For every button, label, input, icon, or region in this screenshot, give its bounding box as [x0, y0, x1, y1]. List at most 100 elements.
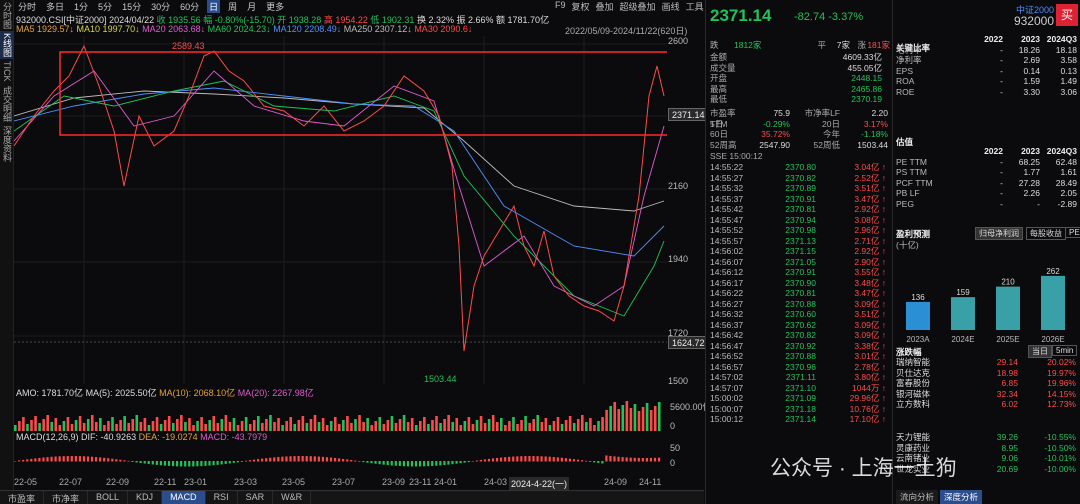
chart-tool-2[interactable]: 叠加 — [596, 0, 614, 12]
tick-row-18[interactable]: 14:56:52 2370.88 3.01亿 ↑ — [710, 351, 890, 362]
forecast-tab-1[interactable]: 每股收益 — [1026, 227, 1066, 240]
tick-row-15[interactable]: 14:56:37 2370.62 3.09亿 ↑ — [710, 320, 890, 331]
kline-chart[interactable]: 2589.43 1503.44 — [14, 36, 667, 384]
macd-bar — [439, 461, 442, 466]
indicator-tab-3[interactable]: KDJ — [128, 491, 163, 504]
tick-row-3[interactable]: 14:55:37 2370.91 3.47亿 ↑ — [710, 194, 890, 205]
chart-tool-0[interactable]: F9 — [555, 0, 566, 12]
tick-row-1[interactable]: 14:55:27 2370.82 2.52亿 ↑ — [710, 173, 890, 184]
tick-row-8[interactable]: 14:56:02 2371.15 2.92亿 ↑ — [710, 246, 890, 257]
tick-row-20[interactable]: 14:57:02 2371.11 3.80亿 ↑ — [710, 372, 890, 383]
valuation-value: 35.72% — [761, 129, 790, 139]
macd-bar — [135, 461, 138, 463]
mover-row-1[interactable]: 贝仕达克 18.98 19.97% — [896, 368, 1079, 379]
tick-row-21[interactable]: 14:57:07 2371.10 1044万 ↑ — [710, 383, 890, 394]
chart-tool-3[interactable]: 超级叠加 — [620, 0, 656, 12]
buy-button[interactable]: 买 — [1056, 4, 1078, 26]
left-tab-1[interactable]: K线图 — [0, 31, 14, 60]
tick-row-19[interactable]: 14:56:57 2370.96 2.78亿 ↑ — [710, 362, 890, 373]
ratio-row-1: PS TTM - 1.77 1.61 — [896, 167, 1079, 178]
period-tab-9[interactable]: 月 — [245, 0, 258, 13]
period-tab-3[interactable]: 5分 — [96, 0, 114, 13]
mover-row-3[interactable]: 银河磁体 32.34 14.15% — [896, 389, 1079, 400]
ratio-value: -2.89 — [1057, 198, 1077, 209]
indicator-tab-0[interactable]: 市盈率 — [0, 491, 45, 504]
macd-bar — [119, 459, 122, 462]
ratio-value: - — [1000, 188, 1003, 198]
indicator-tab-2[interactable]: BOLL — [88, 491, 129, 504]
tick-row-2[interactable]: 14:55:32 2370.89 3.51亿 ↑ — [710, 183, 890, 194]
tick-row-5[interactable]: 14:55:47 2370.94 3.08亿 ↑ — [710, 215, 890, 226]
volume-bar — [107, 421, 110, 431]
macd-bar — [572, 459, 576, 462]
x-tick-6: 23-05 — [282, 477, 306, 487]
analysis-tab-0[interactable]: 流向分析 — [896, 490, 939, 504]
indicator-tab-6[interactable]: SAR — [238, 491, 274, 504]
time-axis: 22-05 22-07 22-09 22-11 23-01 23-03 23-05 23-07… — [14, 477, 667, 490]
period-tab-6[interactable]: 60分 — [178, 0, 201, 13]
ma-legend: MA5 1929.57↓ MA10 1997.70↓ MA20 2063.68↓… — [16, 24, 472, 34]
tick-row-10[interactable]: 14:56:12 2370.91 3.55亿 ↑ — [710, 267, 890, 278]
chart-tool-5[interactable]: 工具 — [686, 0, 704, 12]
period-tab-8[interactable]: 周 — [226, 0, 239, 13]
volume-bar — [261, 423, 264, 431]
left-tab-4[interactable]: 深度资料 — [0, 124, 14, 164]
volume-bar — [556, 417, 560, 431]
tick-row-13[interactable]: 14:56:27 2370.88 3.09亿 ↑ — [710, 299, 890, 310]
tick-price: 2370.80 — [785, 162, 816, 172]
macd-bar — [532, 456, 535, 462]
chart-tool-1[interactable]: 复权 — [572, 0, 590, 12]
period-tab-1[interactable]: 多日 — [44, 0, 66, 13]
chart-tool-4[interactable]: 画线 — [662, 0, 680, 12]
volume-bar — [342, 420, 345, 431]
period-tab-5[interactable]: 30分 — [149, 0, 172, 13]
tick-row-24[interactable]: 15:00:12 2371.14 17.10亿 ↑ — [710, 414, 890, 425]
macd-bar — [435, 461, 438, 466]
macd-chart[interactable] — [14, 443, 667, 475]
mover-row-0[interactable]: 天力锂能 39.26 -10.55% — [896, 432, 1079, 443]
tick-row-11[interactable]: 14:56:17 2370.90 3.48亿 ↑ — [710, 278, 890, 289]
movers-tab-1[interactable]: 5min — [1052, 345, 1078, 356]
indicator-tab-1[interactable]: 市净率 — [44, 491, 89, 504]
tick-row-17[interactable]: 14:56:47 2370.92 3.38亿 ↑ — [710, 341, 890, 352]
period-tab-4[interactable]: 15分 — [120, 0, 143, 13]
volume-bar — [99, 418, 102, 431]
tick-time: 14:55:27 — [710, 172, 744, 183]
macd-bar — [277, 456, 280, 462]
mover-row-4[interactable]: 立方数科 6.02 12.73% — [896, 399, 1079, 410]
indicator-tab-7[interactable]: W&R — [273, 491, 312, 504]
period-tab-2[interactable]: 1分 — [72, 0, 90, 13]
tick-table[interactable]: 14:55:22 2370.80 3.04亿 ↑ 14:55:27 2370.82 2.5… — [710, 162, 890, 425]
tick-row-22[interactable]: 15:00:02 2371.09 29.96亿 ↑ — [710, 393, 890, 404]
forecast-tab-2[interactable]: PE — [1065, 227, 1080, 238]
period-tab-0[interactable]: 分时 — [16, 0, 38, 13]
tick-row-9[interactable]: 14:56:07 2371.05 2.90亿 ↑ — [710, 257, 890, 268]
macd-bar — [528, 456, 531, 462]
tick-row-16[interactable]: 14:56:42 2370.82 3.09亿 ↑ — [710, 330, 890, 341]
tick-volume: 2.78亿 ↑ — [854, 361, 886, 372]
forecast-tab-0[interactable]: 归母净利润 — [975, 227, 1023, 240]
volume-chart[interactable] — [14, 397, 667, 431]
analysis-tab-1[interactable]: 深度分析 — [940, 490, 983, 504]
mover-row-2[interactable]: 富春股份 6.85 19.96% — [896, 378, 1079, 389]
tick-row-7[interactable]: 14:55:57 2371.13 2.71亿 ↑ — [710, 236, 890, 247]
tick-row-23[interactable]: 15:00:07 2371.18 10.76亿 ↑ — [710, 404, 890, 415]
left-tab-2[interactable]: TICK — [0, 59, 14, 84]
left-tab-0[interactable]: 分时图 — [0, 0, 14, 31]
macd-bar — [99, 457, 102, 462]
valuation-label: 市盈率TTM — [710, 108, 736, 129]
period-tab-7[interactable]: 日 — [207, 0, 221, 13]
period-tab-10[interactable]: 更多 — [264, 0, 286, 13]
indicator-tab-4[interactable]: MACD — [162, 491, 206, 504]
mover-row-0[interactable]: 瑞纳智能 29.14 20.02% — [896, 357, 1079, 368]
tick-row-0[interactable]: 14:55:22 2370.80 3.04亿 ↑ — [710, 162, 890, 173]
indicator-tab-5[interactable]: RSI — [206, 491, 238, 504]
x-tick-1: 22-07 — [59, 477, 83, 487]
x-tick-14: 24-11 — [639, 477, 662, 487]
left-tab-3[interactable]: 成交明细 — [0, 84, 14, 124]
tick-row-14[interactable]: 14:56:32 2370.60 3.51亿 ↑ — [710, 309, 890, 320]
tick-row-6[interactable]: 14:55:52 2370.98 2.96亿 ↑ — [710, 225, 890, 236]
tick-row-4[interactable]: 14:55:42 2370.81 2.92亿 ↑ — [710, 204, 890, 215]
tick-row-12[interactable]: 14:56:22 2370.81 3.47亿 ↑ — [710, 288, 890, 299]
top-gainers-table[interactable]: 瑞纳智能 29.14 20.02% 贝仕达克 18.98 19.97% 富春股份 6.85 19… — [896, 357, 1079, 410]
